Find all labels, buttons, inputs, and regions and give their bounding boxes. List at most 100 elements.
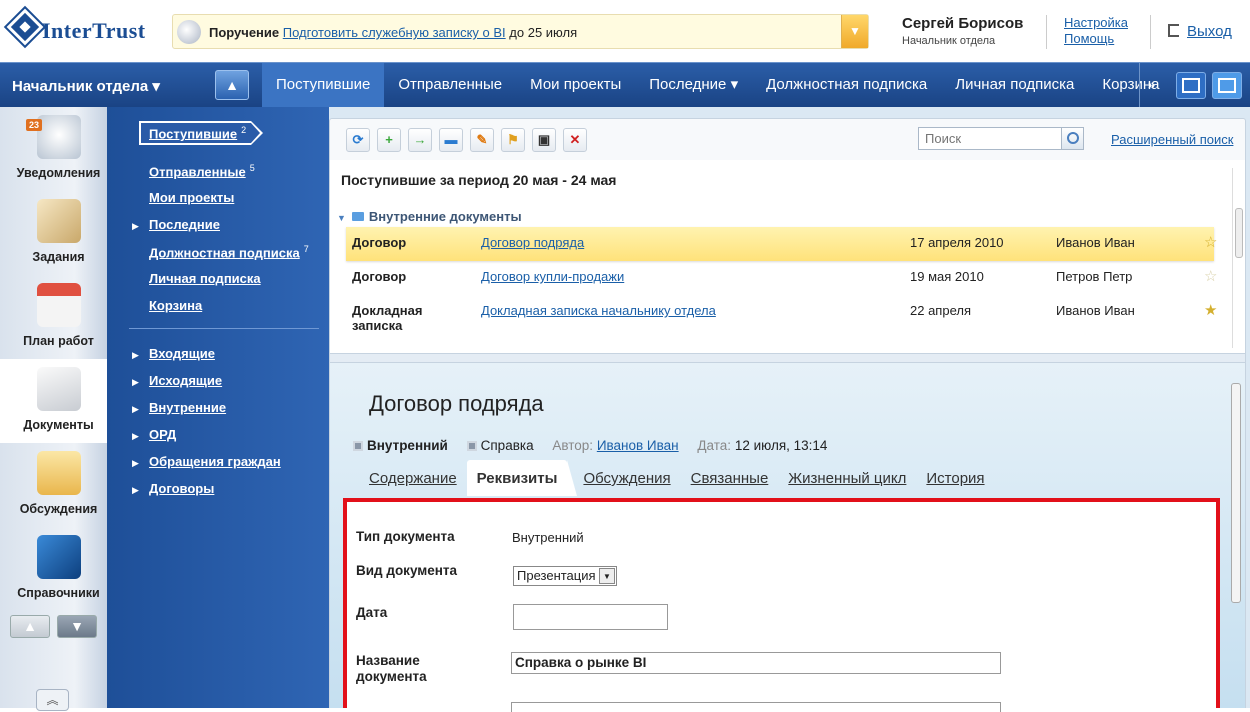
nav-tabs: Поступившие Отправленные Мои проекты Пос… xyxy=(262,63,1173,107)
folder-trash[interactable]: Корзина xyxy=(149,298,202,313)
tree-internal[interactable]: Внутренние xyxy=(149,400,226,415)
tab-history[interactable]: История xyxy=(916,460,994,496)
nav-more-button[interactable]: » xyxy=(1139,63,1163,107)
table-row[interactable]: Договор Договор подряда 17 апреля 2010 И… xyxy=(346,227,1217,261)
logout[interactable]: Выход xyxy=(1150,15,1232,49)
dock-discussions[interactable]: Обсуждения xyxy=(0,443,107,527)
delete-icon[interactable]: ✕ xyxy=(563,128,587,152)
requisites-form: Тип документа Внутренний Вид документа П… xyxy=(343,498,1220,712)
expand-arrow-icon[interactable]: ▶ xyxy=(132,485,139,496)
pane-splitter[interactable] xyxy=(329,353,1246,363)
help-link[interactable]: Помощь xyxy=(1064,31,1128,47)
detail-scrollbar[interactable] xyxy=(1230,379,1242,699)
notifications-badge: 23 xyxy=(26,119,43,131)
document-title: Договор подряда xyxy=(369,391,544,416)
star-icon[interactable]: ☆ xyxy=(1204,267,1217,285)
chevron-down-icon: ▼ xyxy=(599,568,615,584)
refresh-icon[interactable]: ⟳ xyxy=(346,128,370,152)
folder-sent[interactable]: Отправленные 5 xyxy=(149,163,255,179)
nav-tab-personal-subscription[interactable]: Личная подписка xyxy=(941,63,1088,107)
expand-arrow-icon[interactable]: ▶ xyxy=(132,404,139,415)
settings-link[interactable]: Настройка xyxy=(1064,15,1128,31)
list-scrollbar[interactable] xyxy=(1232,168,1243,348)
tab-lifecycle[interactable]: Жизненный цикл xyxy=(778,460,916,496)
nav-tab-position-subscription[interactable]: Должностная подписка xyxy=(752,63,941,107)
dock-work-plan[interactable]: План работ xyxy=(0,275,107,359)
tab-discussions[interactable]: Обсуждения xyxy=(573,460,680,496)
folder-position-subscription[interactable]: Должностная подписка 7 xyxy=(149,244,309,260)
logo-diamond-icon xyxy=(6,8,44,46)
module-dock: 23 Уведомления Задания План работ Докуме… xyxy=(0,107,125,711)
forward-icon[interactable]: → xyxy=(408,128,432,152)
document-link[interactable]: Договор подряда xyxy=(481,235,584,250)
document-date: 12 июля, 13:14 xyxy=(734,438,828,453)
nav-tab-sent[interactable]: Отправленные xyxy=(384,63,516,107)
star-icon[interactable]: ☆ xyxy=(1204,233,1217,251)
expand-arrow-icon[interactable]: ▶ xyxy=(132,377,139,388)
tab-related[interactable]: Связанные xyxy=(681,460,779,496)
nav-tab-my-projects[interactable]: Мои проекты xyxy=(516,63,635,107)
intertrust-logo[interactable]: InterTrust xyxy=(6,8,162,52)
list-period-title: Поступившие за период 20 мая - 24 мая xyxy=(341,172,617,188)
tree-incoming[interactable]: Входящие xyxy=(149,346,215,361)
header-links: Настройка Помощь xyxy=(1046,15,1128,49)
main-navigation: Начальник отдела ▾ ▲ Поступившие Отправл… xyxy=(0,62,1250,107)
notice-dropdown-button[interactable]: ▼ xyxy=(841,15,868,48)
doc-name-field[interactable]: Справка о рынке BI xyxy=(511,652,1001,674)
search-icon[interactable] xyxy=(1061,127,1084,150)
role-selector[interactable]: Начальник отдела ▾ xyxy=(12,77,160,95)
advanced-search-link[interactable]: Расширенный поиск xyxy=(1111,132,1233,147)
tree-contracts[interactable]: Договоры xyxy=(149,481,214,496)
tasks-icon xyxy=(37,199,81,243)
split-pane-view-icon[interactable] xyxy=(1212,72,1242,99)
nav-tab-recent[interactable]: Последние ▾ xyxy=(635,63,752,107)
nav-tab-incoming[interactable]: Поступившие xyxy=(262,63,385,107)
tree-ord[interactable]: ОРД xyxy=(149,427,176,442)
next-field[interactable] xyxy=(511,702,1001,712)
doc-kind-select[interactable]: Презентация ▼ xyxy=(513,566,617,586)
folder-personal-subscription[interactable]: Личная подписка xyxy=(149,271,261,286)
folder-incoming-count: 2 xyxy=(241,125,247,135)
tree-outgoing[interactable]: Исходящие xyxy=(149,373,222,388)
expand-arrow-icon[interactable]: ▶ xyxy=(132,350,139,361)
flag-icon[interactable]: ⚑ xyxy=(501,128,525,152)
tab-content[interactable]: Содержание xyxy=(359,460,467,496)
folder-position-count: 7 xyxy=(303,244,309,254)
logout-icon xyxy=(1168,24,1179,37)
folder-recent[interactable]: Последние xyxy=(149,217,220,232)
folder-my-projects[interactable]: Мои проекты xyxy=(149,190,234,205)
save-icon[interactable]: ▣ xyxy=(532,128,556,152)
add-icon[interactable]: + xyxy=(377,128,401,152)
collapse-arrow-icon: ▼ xyxy=(337,213,346,223)
document-link[interactable]: Докладная записка начальнику отдела xyxy=(481,303,716,318)
doc-name-label: Название документа xyxy=(356,653,427,684)
table-row[interactable]: Докладная записка Докладная записка нача… xyxy=(346,295,1217,335)
dock-scroll-down-button[interactable]: ▼ xyxy=(57,615,97,638)
group-header[interactable]: ▼ Внутренние документы xyxy=(337,209,522,224)
expand-arrow-icon[interactable]: ▶ xyxy=(132,221,139,232)
author-link[interactable]: Иванов Иван xyxy=(597,438,679,453)
single-pane-view-icon[interactable] xyxy=(1176,72,1206,99)
collapse-up-button[interactable]: ▲ xyxy=(215,70,249,100)
dock-scroll-up-button[interactable]: ▲ xyxy=(10,615,50,638)
folder-incoming[interactable]: Поступившие 2 xyxy=(149,125,246,141)
table-row[interactable]: Договор Договор купли-продажи 19 мая 201… xyxy=(346,261,1217,295)
tab-requisites[interactable]: Реквизиты xyxy=(466,460,578,496)
logout-link[interactable]: Выход xyxy=(1187,23,1232,40)
dock-tasks[interactable]: Задания xyxy=(0,191,107,275)
star-icon[interactable]: ★ xyxy=(1204,301,1217,319)
notice-task-link[interactable]: Подготовить служебную записку о BI xyxy=(283,25,506,40)
doc-kind-label: Вид документа xyxy=(356,563,458,578)
folder-icon[interactable]: ▬ xyxy=(439,128,463,152)
document-link[interactable]: Договор купли-продажи xyxy=(481,269,624,284)
date-field[interactable] xyxy=(513,604,668,630)
dock-documents[interactable]: Документы xyxy=(0,359,125,443)
tree-citizen-appeals[interactable]: Обращения граждан xyxy=(149,454,281,469)
dock-directories[interactable]: Справочники xyxy=(0,527,107,611)
dock-notifications[interactable]: 23 Уведомления xyxy=(0,107,107,191)
search-input[interactable] xyxy=(918,127,1063,150)
edit-pencil-icon[interactable]: ✎ xyxy=(470,128,494,152)
expand-arrow-icon[interactable]: ▶ xyxy=(132,458,139,469)
notice-prefix: Поручение xyxy=(209,25,280,40)
expand-arrow-icon[interactable]: ▶ xyxy=(132,431,139,442)
